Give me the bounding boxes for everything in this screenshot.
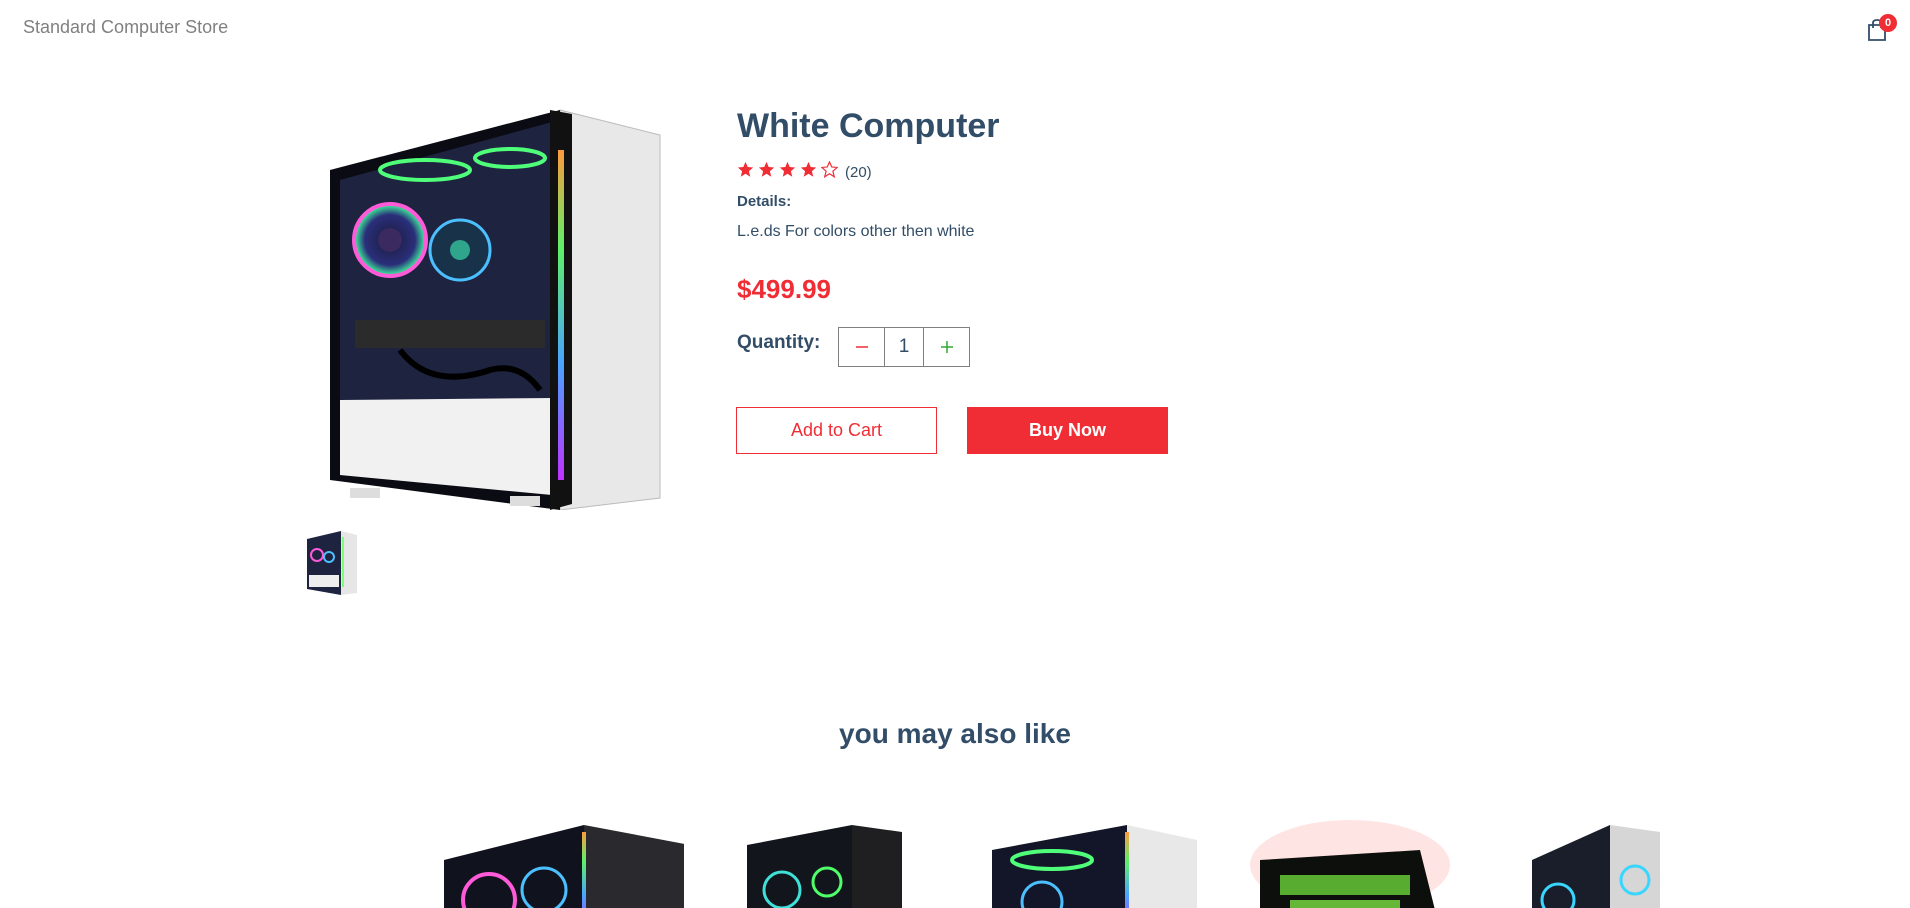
quantity-decrease-button[interactable] [839, 328, 885, 366]
related-product-card[interactable] [982, 820, 1202, 908]
rating: (20) [737, 160, 872, 183]
quantity-label: Quantity: [737, 332, 821, 353]
plus-icon [940, 341, 953, 353]
minus-icon [855, 346, 868, 348]
star-filled-icon [758, 161, 779, 183]
star-filled-icon [737, 161, 758, 183]
related-product-card[interactable] [742, 820, 902, 908]
details-heading: Details: [737, 193, 792, 210]
product-price: $499.99 [737, 274, 831, 304]
navbar: Standard Computer Store 0 [0, 0, 1910, 56]
cart-count-badge: 0 [1879, 14, 1897, 32]
product-thumbnail[interactable] [299, 527, 361, 599]
quantity-value: 1 [898, 336, 910, 357]
star-filled-icon [779, 161, 800, 183]
product-title: White Computer [737, 107, 1000, 145]
related-product-card[interactable] [1250, 820, 1450, 908]
related-product-card[interactable] [1520, 820, 1660, 908]
buy-now-button[interactable]: Buy Now [967, 407, 1168, 454]
product-main-image [310, 100, 690, 511]
related-product-card[interactable] [434, 820, 690, 908]
store-logo-link[interactable]: Standard Computer Store [23, 17, 228, 38]
star-outline-icon [820, 160, 842, 183]
review-count: (20) [845, 163, 872, 181]
quantity-increase-button[interactable] [923, 328, 969, 366]
related-products-carousel [420, 820, 1660, 908]
add-to-cart-button[interactable]: Add to Cart [736, 407, 937, 454]
star-filled-icon [800, 161, 821, 183]
related-products-heading: you may also like [839, 718, 1071, 749]
quantity-stepper: 1 [838, 327, 970, 367]
product-details: L.e.ds For colors other then white [737, 223, 975, 240]
